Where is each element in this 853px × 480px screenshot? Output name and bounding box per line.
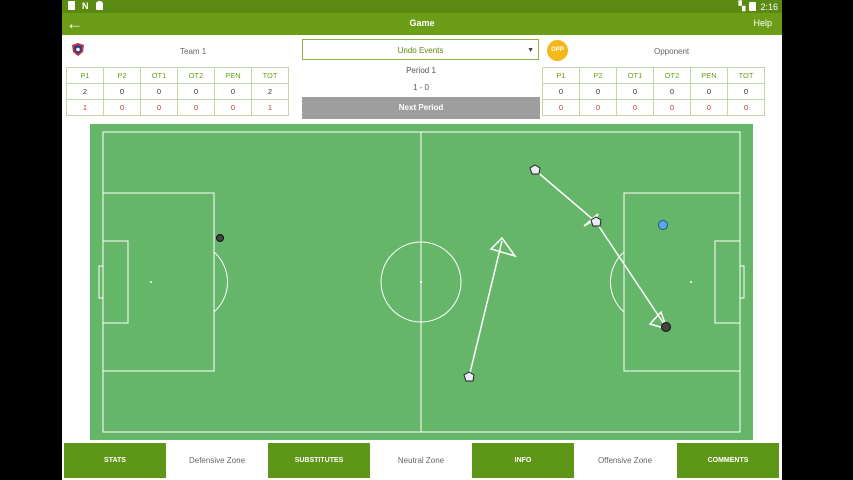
notification-n-icon: N (82, 1, 89, 11)
player-marker-blue[interactable] (658, 220, 668, 230)
page-title: Game (409, 18, 435, 28)
soccer-pitch[interactable] (90, 124, 753, 440)
undo-events-label: Undo Events (397, 46, 444, 55)
header-cell: OT1 (140, 67, 178, 84)
next-period-button[interactable]: Next Period (302, 97, 540, 119)
android-icon (95, 1, 103, 10)
battery-icon (749, 2, 757, 11)
offensive-zone-label: Offensive Zone (597, 456, 653, 465)
stats-button[interactable]: STATS (64, 443, 166, 478)
score-cell: 0 (579, 99, 617, 116)
header-cell: PEN (214, 67, 252, 84)
score-cell: 0 (579, 83, 617, 100)
header-cell: TOT (251, 67, 289, 84)
defensive-zone-label: Defensive Zone (188, 456, 246, 465)
header-cell: OT2 (177, 67, 215, 84)
dropdown-caret-icon: ▼ (527, 47, 534, 54)
home-team-name: Team 1 (180, 47, 207, 56)
game-screen: N ▚ 2:16 ← Game Help Team 1 Undo Events … (62, 0, 782, 480)
header-cell: P2 (579, 67, 617, 84)
away-score-table: P1 P2 OT1 OT2 PEN TOT 0 0 0 0 0 0 0 0 0 … (542, 67, 765, 116)
substitutes-button[interactable]: SUBSTITUTES (268, 443, 370, 478)
sd-card-icon (68, 1, 75, 10)
score-cell: 0 (727, 83, 765, 100)
score-cell: 0 (177, 99, 215, 116)
header-cell: P1 (66, 67, 104, 84)
comments-button[interactable]: COMMENTS (677, 443, 779, 478)
opponent-badge: OPP (547, 40, 568, 61)
score-cell: 0 (690, 83, 728, 100)
player-marker-dark[interactable] (661, 322, 671, 332)
score-cell: 0 (727, 99, 765, 116)
header-cell: TOT (727, 67, 765, 84)
period-label: Period 1 (406, 66, 436, 75)
away-team-name: Opponent (654, 47, 690, 56)
score-display: 1 - 0 (412, 83, 429, 92)
clock: 2:16 (760, 1, 778, 12)
header-cell: P1 (542, 67, 580, 84)
table-row: 0 0 0 0 0 0 (542, 83, 765, 100)
score-cell: 0 (140, 99, 178, 116)
signal-icon: ▚ (738, 1, 746, 11)
table-row: 1 0 0 0 0 1 (66, 99, 289, 116)
team1-logo-icon (72, 43, 84, 56)
score-cell: 2 (251, 83, 289, 100)
score-cell: 0 (542, 83, 580, 100)
info-button[interactable]: INFO (472, 443, 574, 478)
score-cell: 0 (616, 99, 654, 116)
home-score-table: P1 P2 OT1 OT2 PEN TOT 2 0 0 0 0 2 1 0 0 … (66, 67, 289, 116)
score-cell: 0 (690, 99, 728, 116)
score-cell: 2 (66, 83, 104, 100)
table-row: 2 0 0 0 0 2 (66, 83, 289, 100)
score-cell: 0 (653, 83, 691, 100)
bottom-bar: STATS Defensive Zone SUBSTITUTES Neutral… (62, 441, 782, 480)
score-cell: 1 (66, 99, 104, 116)
player-marker-dark[interactable] (216, 234, 224, 242)
score-cell: 1 (251, 99, 289, 116)
score-cell: 0 (616, 83, 654, 100)
score-cell: 0 (542, 99, 580, 116)
neutral-zone-label: Neutral Zone (397, 456, 445, 465)
score-cell: 0 (214, 83, 252, 100)
score-cell: 0 (103, 99, 141, 116)
score-cell: 0 (140, 83, 178, 100)
header-cell: OT1 (616, 67, 654, 84)
app-bar: ← Game Help (62, 13, 782, 35)
score-cell: 0 (103, 83, 141, 100)
header-cell: OT2 (653, 67, 691, 84)
table-row: 0 0 0 0 0 0 (542, 99, 765, 116)
header-cell: PEN (690, 67, 728, 84)
help-button[interactable]: Help (753, 18, 772, 28)
undo-events-dropdown[interactable]: Undo Events ▼ (302, 39, 539, 60)
score-cell: 0 (653, 99, 691, 116)
status-bar: N ▚ 2:16 (62, 0, 782, 13)
score-cell: 0 (214, 99, 252, 116)
header-cell: P2 (103, 67, 141, 84)
score-cell: 0 (177, 83, 215, 100)
